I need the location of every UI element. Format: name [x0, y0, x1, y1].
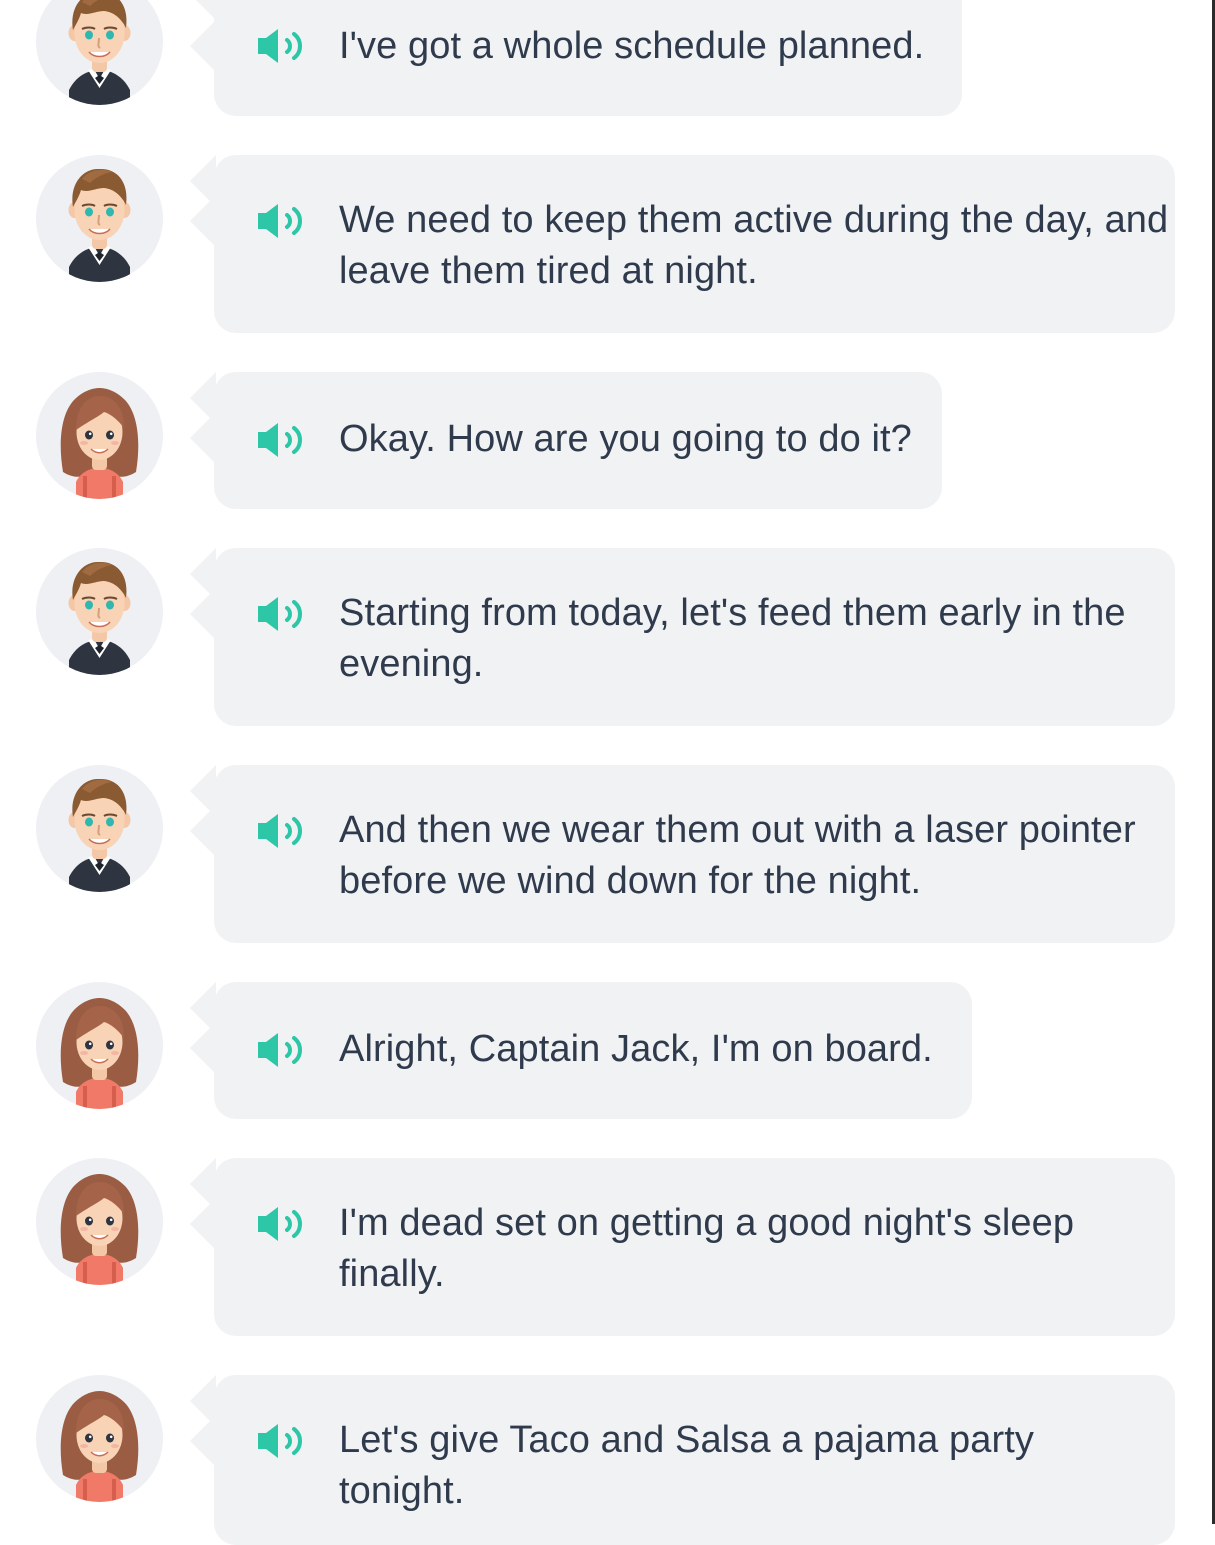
male-avatar [36, 548, 163, 675]
message-bubble: Let's give Taco and Salsa a pajama party… [190, 1375, 1175, 1545]
message-bubble: And then we wear them out with a laser p… [190, 765, 1175, 943]
speaker-icon[interactable] [256, 420, 310, 460]
chat-message: Let's give Taco and Salsa a pajama party… [0, 1375, 1212, 1545]
chat-message: I'm dead set on getting a good night's s… [0, 1158, 1212, 1338]
speaker-icon[interactable] [256, 201, 310, 241]
chat-message: Okay. How are you going to do it? [0, 372, 1212, 512]
speaker-icon[interactable] [256, 26, 310, 66]
male-avatar [36, 0, 163, 105]
chat-message: And then we wear them out with a laser p… [0, 765, 1212, 945]
bubble-tail [190, 588, 216, 640]
bubble-tail [190, 20, 216, 72]
speaker-icon[interactable] [256, 1204, 310, 1244]
female-avatar [36, 372, 163, 499]
speaker-icon[interactable] [256, 811, 310, 851]
message-bubble: Okay. How are you going to do it? [190, 372, 942, 509]
bubble-tail [190, 1415, 216, 1467]
message-text: Starting from today, let's feed them ear… [339, 592, 1126, 685]
message-text: And then we wear them out with a laser p… [339, 809, 1136, 902]
male-avatar [36, 155, 163, 282]
female-avatar [36, 1158, 163, 1285]
chat-message: We need to keep them active during the d… [0, 155, 1212, 335]
message-bubble: Alright, Captain Jack, I'm on board. [190, 982, 972, 1119]
speaker-icon[interactable] [256, 1421, 310, 1461]
message-bubble: Starting from today, let's feed them ear… [190, 548, 1175, 726]
chat-message: Alright, Captain Jack, I'm on board. [0, 982, 1212, 1122]
female-avatar [36, 1375, 163, 1502]
bubble-tail [190, 1198, 216, 1250]
chat-message: I've got a whole schedule planned. [0, 0, 1212, 118]
bubble-tail [190, 412, 216, 464]
message-text: Alright, Captain Jack, I'm on board. [339, 1028, 933, 1070]
message-text: Let's give Taco and Salsa a pajama party… [339, 1419, 1034, 1512]
bubble-tail [190, 195, 216, 247]
speaker-icon[interactable] [256, 1030, 310, 1070]
bubble-tail [190, 1022, 216, 1074]
bubble-tail [190, 805, 216, 857]
message-bubble: I'm dead set on getting a good night's s… [190, 1158, 1175, 1336]
chat-message: Starting from today, let's feed them ear… [0, 548, 1212, 728]
male-avatar [36, 765, 163, 892]
message-text: Okay. How are you going to do it? [339, 418, 912, 460]
message-text: We need to keep them active during the d… [339, 199, 1169, 292]
message-text: I've got a whole schedule planned. [339, 25, 925, 67]
chat-transcript: I've got a whole schedule planned. We ne… [0, 0, 1212, 1545]
female-avatar [36, 982, 163, 1109]
speaker-icon[interactable] [256, 594, 310, 634]
message-bubble: We need to keep them active during the d… [190, 155, 1175, 333]
message-bubble: I've got a whole schedule planned. [190, 0, 962, 116]
message-text: I'm dead set on getting a good night's s… [339, 1202, 1075, 1295]
